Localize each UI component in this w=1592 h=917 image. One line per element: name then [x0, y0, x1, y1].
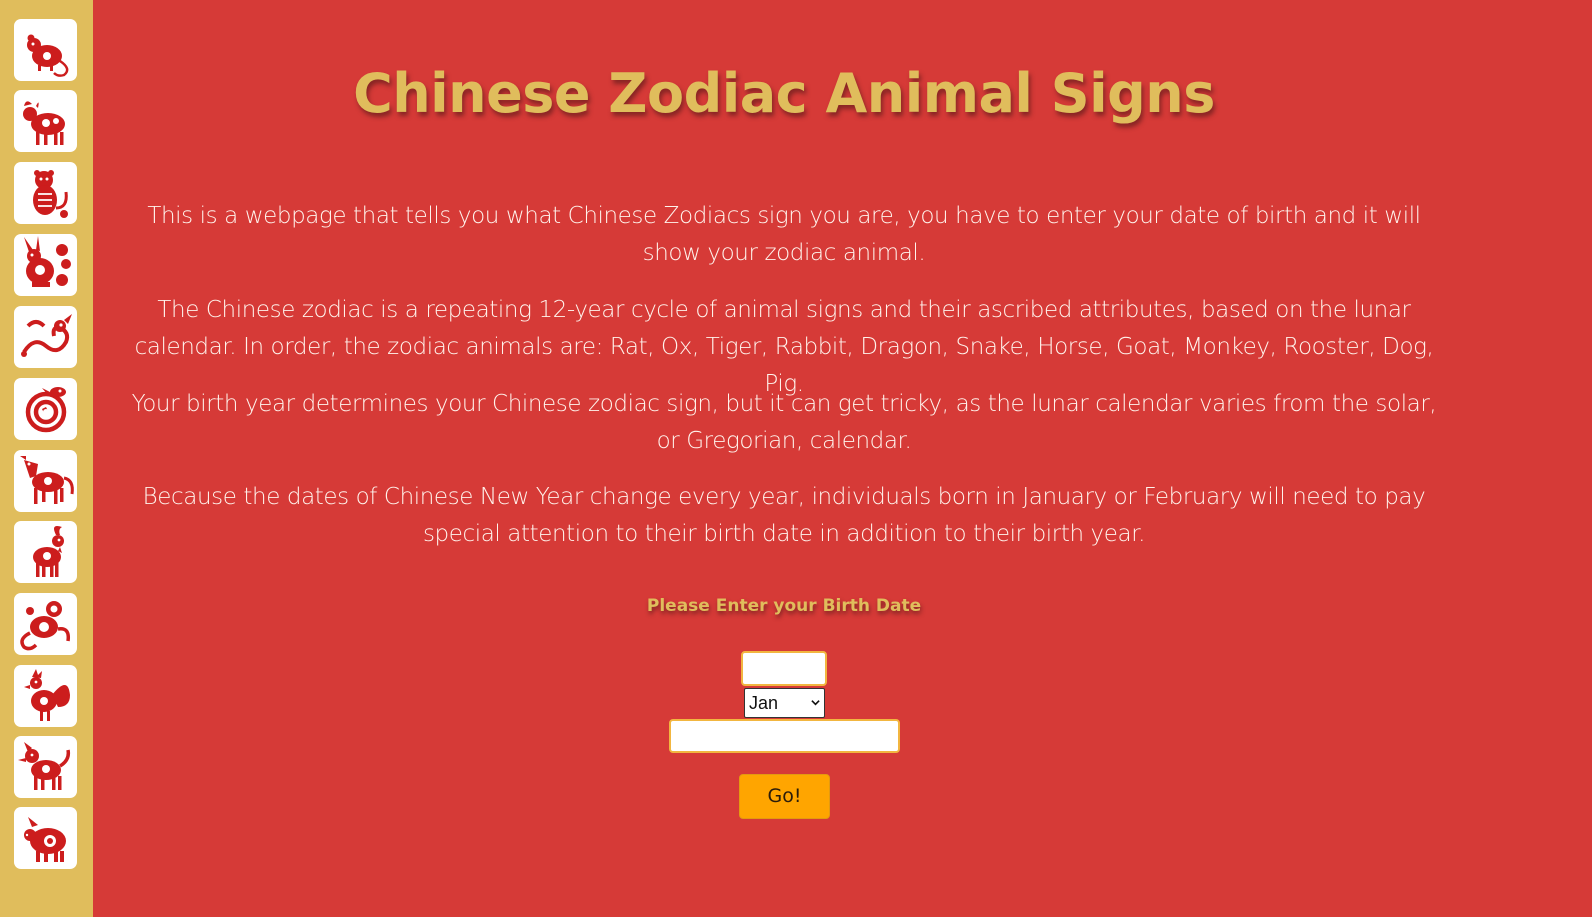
goat-icon[interactable] — [14, 521, 77, 583]
rooster-icon[interactable] — [14, 665, 77, 727]
page-title: Chinese Zodiac Animal Signs — [353, 62, 1215, 125]
rat-icon[interactable] — [14, 19, 77, 81]
month-selected-value: Jan — [749, 693, 779, 713]
monkey-icon[interactable] — [14, 593, 77, 655]
tiger-icon[interactable] — [14, 162, 77, 224]
birth-year-paragraph: Your birth year determines your Chinese … — [131, 391, 1437, 454]
pig-icon[interactable] — [14, 807, 77, 869]
dog-icon[interactable] — [14, 736, 77, 798]
go-button[interactable]: Go! — [739, 774, 830, 819]
sidebar — [0, 0, 93, 917]
chevron-down-icon — [811, 700, 820, 706]
ox-icon[interactable] — [14, 90, 77, 152]
new-year-paragraph: Because the dates of Chinese New Year ch… — [142, 484, 1426, 547]
dragon-icon[interactable] — [14, 306, 77, 368]
birth-date-prompt: Please Enter your Birth Date — [646, 596, 922, 616]
day-input[interactable] — [741, 651, 827, 686]
year-input[interactable] — [669, 719, 900, 753]
intro-paragraph: This is a webpage that tells you what Ch… — [147, 203, 1421, 266]
horse-icon[interactable] — [14, 450, 77, 512]
rabbit-icon[interactable] — [14, 234, 77, 296]
snake-icon[interactable] — [14, 378, 77, 440]
month-select[interactable]: Jan — [744, 688, 825, 718]
